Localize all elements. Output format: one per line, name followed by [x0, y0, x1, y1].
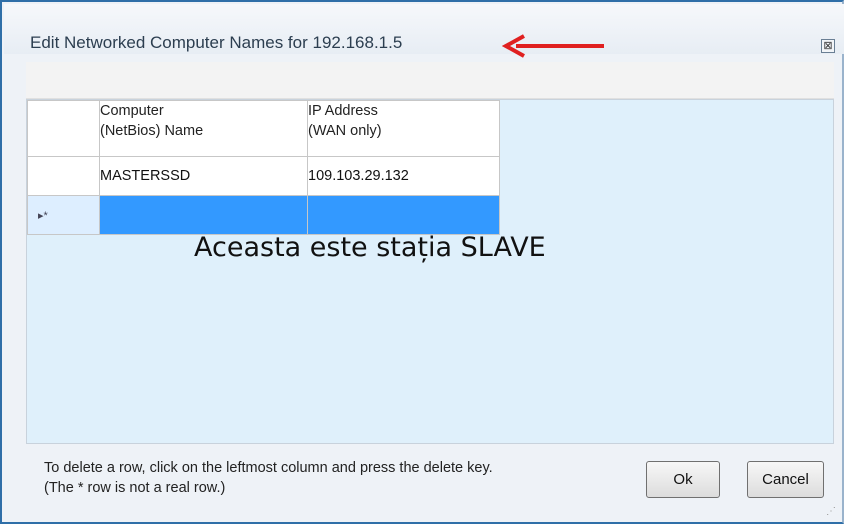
new-cell-ip-address[interactable]	[307, 195, 500, 235]
table-row[interactable]: MASTERSSD 109.103.29.132	[27, 156, 500, 196]
new-row[interactable]: ▸*	[27, 195, 500, 235]
column-header-label: Computer	[100, 103, 164, 119]
column-header-sublabel: (NetBios) Name	[100, 123, 204, 139]
toolbar-strip	[26, 62, 834, 99]
corner-cell[interactable]	[27, 100, 100, 157]
computer-names-table: Computer (NetBios) Name IP Address (WAN …	[27, 100, 500, 235]
column-header-ip-address[interactable]: IP Address (WAN only)	[307, 100, 500, 157]
slave-caption: Aceasta este stația SLAVE	[194, 232, 546, 263]
cell-computer-name[interactable]: MASTERSSD	[99, 156, 308, 196]
row-selector[interactable]	[27, 156, 100, 196]
new-cell-computer-name[interactable]	[99, 195, 308, 235]
header-row: Computer (NetBios) Name IP Address (WAN …	[27, 100, 500, 157]
new-row-marker-icon[interactable]: ▸*	[27, 195, 100, 235]
ok-button[interactable]: Ok	[646, 461, 720, 498]
title-bar: Edit Networked Computer Names for 192.16…	[4, 4, 844, 58]
column-header-computer-name[interactable]: Computer (NetBios) Name	[99, 100, 308, 157]
help-text: To delete a row, click on the leftmost c…	[44, 458, 493, 498]
cell-ip-address[interactable]: 109.103.29.132	[307, 156, 500, 196]
help-line-1: To delete a row, click on the leftmost c…	[44, 460, 493, 476]
column-header-label: IP Address	[308, 103, 378, 119]
window-title: Edit Networked Computer Names for 192.16…	[30, 33, 403, 52]
red-arrow-icon	[502, 34, 604, 58]
column-header-sublabel: (WAN only)	[308, 123, 382, 139]
help-line-2: (The * row is not a real row.)	[44, 480, 226, 496]
cancel-button[interactable]: Cancel	[747, 461, 824, 498]
data-grid[interactable]: Computer (NetBios) Name IP Address (WAN …	[26, 99, 834, 444]
close-icon[interactable]: ⊠	[821, 39, 835, 53]
resize-grip-icon[interactable]: ⋰	[826, 506, 836, 517]
